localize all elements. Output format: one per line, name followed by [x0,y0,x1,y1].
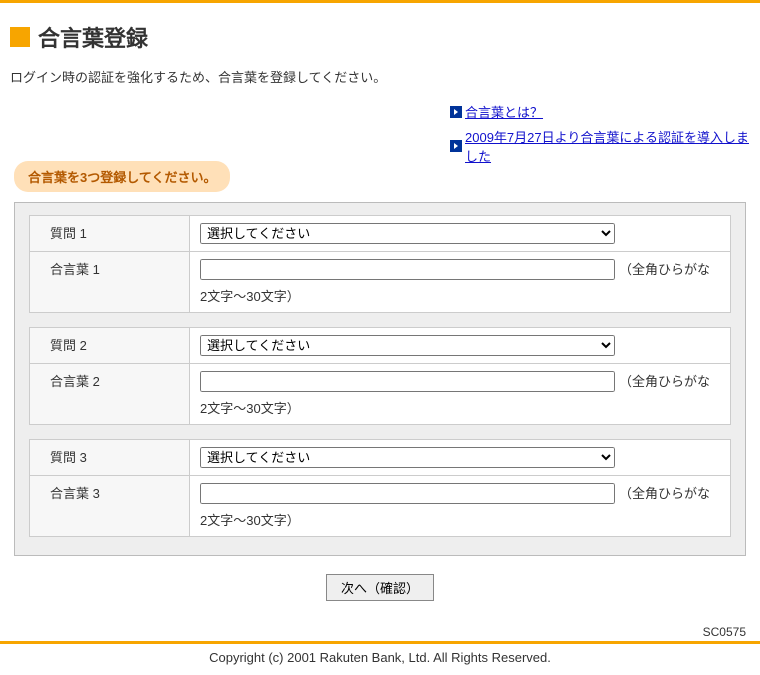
next-button[interactable]: 次へ（確認） [326,574,434,601]
whatis-link[interactable]: 合言葉とは？ [465,102,543,121]
question-1-label: 質問 1 [30,216,190,252]
arrow-right-icon [450,140,462,152]
notice-link[interactable]: 2009年7月27日より合言葉による認証を導入しました [465,127,750,165]
arrow-right-icon [450,106,462,118]
question-1-select[interactable]: 選択してください [200,223,615,244]
title-square-icon [10,27,30,47]
qa-block-2: 質問 2 選択してください 合言葉 2 （全角ひらがな 2文字～30文字） [29,327,731,425]
form-panel: 質問 1 選択してください 合言葉 1 （全角ひらがな 2文字～30文字） 質問… [14,202,746,556]
answer-2-label: 合言葉 2 [30,364,190,425]
answer-hint-inline: （全角ひらがな [619,486,710,501]
footer-code: SC0575 [0,619,760,641]
answer-2-input[interactable] [200,371,615,392]
question-2-label: 質問 2 [30,328,190,364]
instruction-badge: 合言葉を3つ登録してください。 [14,161,230,192]
question-3-label: 質問 3 [30,440,190,476]
answer-hint-inline: （全角ひらがな [619,374,710,389]
page-description: ログイン時の認証を強化するため、合言葉を登録してください。 [10,67,750,86]
answer-hint-line2: 2文字～30文字） [200,398,720,417]
question-3-select[interactable]: 選択してください [200,447,615,468]
answer-3-label: 合言葉 3 [30,476,190,537]
page-header: 合言葉登録 [10,21,750,53]
answer-hint-line2: 2文字～30文字） [200,510,720,529]
answer-3-input[interactable] [200,483,615,504]
copyright: Copyright (c) 2001 Rakuten Bank, Ltd. Al… [0,644,760,675]
qa-block-1: 質問 1 選択してください 合言葉 1 （全角ひらがな 2文字～30文字） [29,215,731,313]
answer-hint-line2: 2文字～30文字） [200,286,720,305]
page-title: 合言葉登録 [38,21,148,53]
answer-1-input[interactable] [200,259,615,280]
answer-hint-inline: （全角ひらがな [619,262,710,277]
qa-block-3: 質問 3 選択してください 合言葉 3 （全角ひらがな 2文字～30文字） [29,439,731,537]
answer-1-label: 合言葉 1 [30,252,190,313]
question-2-select[interactable]: 選択してください [200,335,615,356]
